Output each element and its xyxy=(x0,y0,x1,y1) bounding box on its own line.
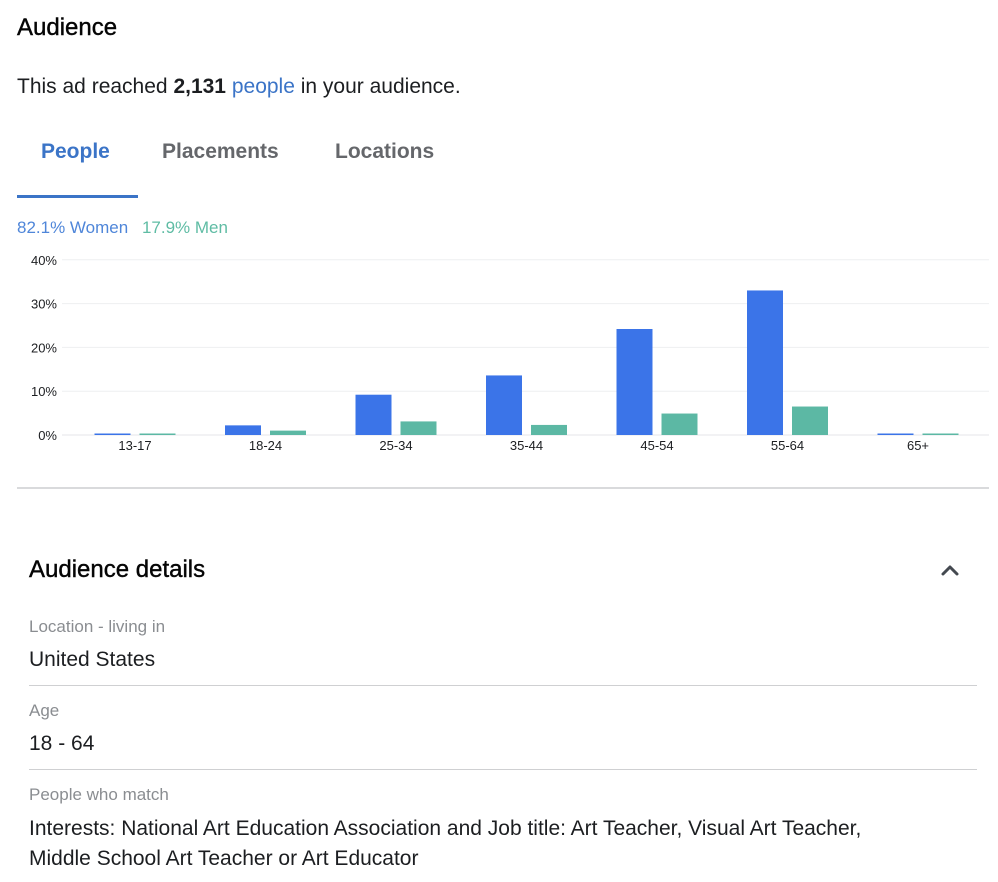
reach-count: 2,131 xyxy=(173,75,226,98)
y-tick-label: 10% xyxy=(31,384,57,399)
bar-women-55-64 xyxy=(747,290,783,435)
x-tick-label: 13-17 xyxy=(118,438,151,453)
bar-women-25-34 xyxy=(355,394,392,435)
bar-men-35-44 xyxy=(531,424,567,435)
x-tick-label: 18-24 xyxy=(249,438,282,453)
bar-men-13-17 xyxy=(139,433,176,435)
age-value: 18 - 64 xyxy=(29,732,95,755)
bar-women-45-54 xyxy=(616,329,653,435)
audience-details-title: Audience details xyxy=(29,556,206,583)
tab-placements[interactable]: Placements xyxy=(162,140,279,164)
bar-women-18-24 xyxy=(225,425,261,435)
bar-men-18-24 xyxy=(270,430,306,435)
x-tick-label: 35-44 xyxy=(510,438,543,453)
bar-men-25-34 xyxy=(400,421,437,435)
x-tick-label: 45-54 xyxy=(640,438,673,453)
x-tick-label: 25-34 xyxy=(379,438,412,453)
bar-men-65+ xyxy=(922,433,959,435)
audience-tabs: People Placements Locations xyxy=(17,130,517,198)
location-label: Location - living in xyxy=(29,617,166,636)
bar-women-65+ xyxy=(877,433,914,435)
active-tab-indicator xyxy=(17,195,138,198)
reach-suffix: in your audience. xyxy=(300,75,461,98)
bar-men-55-64 xyxy=(792,406,828,435)
y-tick-label: 40% xyxy=(31,253,57,268)
women-share: 82.1% Women xyxy=(17,218,129,237)
bar-women-13-17 xyxy=(94,433,131,435)
bar-women-35-44 xyxy=(486,375,522,435)
y-tick-label: 30% xyxy=(31,297,57,312)
location-value: United States xyxy=(29,648,156,671)
age-gender-bar-chart: 0% 10% 20% 30% 40% 13-17 18-24 25-34 35-44 45-54 5… xyxy=(31,253,989,453)
x-tick-label: 55-64 xyxy=(771,438,804,453)
bar-men-45-54 xyxy=(661,413,698,435)
field-divider xyxy=(29,769,977,770)
gender-split: 82.1% Women 17.9% Men xyxy=(17,218,228,238)
age-label: Age xyxy=(29,701,60,720)
section-divider xyxy=(17,487,989,489)
reach-summary: This ad reached 2,131 people in your aud… xyxy=(17,75,461,99)
y-tick-label: 20% xyxy=(31,340,57,355)
tab-people[interactable]: People xyxy=(41,140,110,164)
match-label: People who match xyxy=(29,785,169,804)
section-title: Audience xyxy=(17,14,118,41)
reach-prefix: This ad reached xyxy=(17,75,168,98)
field-divider xyxy=(29,685,977,686)
tab-locations[interactable]: Locations xyxy=(335,140,434,164)
y-tick-label: 0% xyxy=(38,428,57,443)
men-share: 17.9% Men xyxy=(141,218,228,237)
people-link[interactable]: people xyxy=(232,75,295,98)
x-tick-label: 65+ xyxy=(907,438,929,453)
match-value: Interests: National Art Education Associ… xyxy=(29,817,862,870)
chevron-up-icon[interactable] xyxy=(938,560,962,580)
